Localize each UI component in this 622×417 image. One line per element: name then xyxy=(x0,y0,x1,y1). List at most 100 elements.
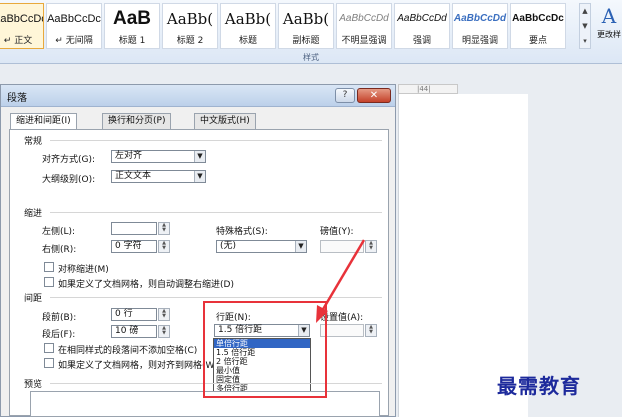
dialog-title: 段落 xyxy=(7,93,27,104)
special-indent-label: 特殊格式(S): xyxy=(216,227,268,237)
style-preview: AaBbCcDd xyxy=(339,13,389,24)
space-before-field[interactable]: 0 行 xyxy=(111,308,157,321)
line-spacing-option[interactable]: 1.5 倍行距 xyxy=(214,348,310,357)
separator xyxy=(50,297,382,298)
chevron-down-icon[interactable]: ▼ xyxy=(194,171,205,182)
style-name: 不明显强调 xyxy=(341,36,387,46)
style-heading-1[interactable]: AaB 标题 1 xyxy=(104,3,160,49)
close-icon: ✕ xyxy=(369,90,379,101)
style-preview: AaBb( xyxy=(224,10,272,28)
spin-down-icon[interactable]: ▼ xyxy=(159,314,169,319)
at-spinner[interactable]: ▲ ▼ xyxy=(365,324,377,337)
section-indent-heading: 缩进 xyxy=(24,209,43,219)
style-intense-emphasis[interactable]: AaBbCcDd 明显强调 xyxy=(452,3,508,49)
left-indent-label: 左侧(L): xyxy=(42,227,76,237)
preview-box xyxy=(30,391,380,417)
by-field[interactable] xyxy=(320,240,364,253)
style-emphasis[interactable]: AaBbCcDd 强调 xyxy=(394,3,450,49)
right-indent-spinner[interactable]: ▲ ▼ xyxy=(158,240,170,253)
by-spinner[interactable]: ▲ ▼ xyxy=(365,240,377,253)
chevron-down-icon[interactable]: ▼ xyxy=(295,241,306,252)
at-label: 设置值(A): xyxy=(320,313,364,323)
style-name: ↵ 正文 xyxy=(3,36,33,46)
scroll-up-icon[interactable]: ▲ xyxy=(580,4,590,19)
line-spacing-option[interactable]: 最小值 xyxy=(214,366,310,375)
spin-down-icon[interactable]: ▼ xyxy=(159,228,169,233)
style-subtitle[interactable]: AaBb( 副标题 xyxy=(278,3,334,49)
line-spacing-dropdown[interactable]: 单倍行距 1.5 倍行距 2 倍行距 最小值 固定值 多倍行距 xyxy=(213,338,311,396)
space-after-field[interactable]: 10 磅 xyxy=(111,325,157,338)
style-preview: AaB xyxy=(112,8,151,29)
ruler: |44| xyxy=(398,84,458,94)
gallery-scrollbar[interactable]: ▲ ▼ ▾ xyxy=(579,3,591,49)
style-heading-2[interactable]: AaBb( 标题 2 xyxy=(162,3,218,49)
separator xyxy=(50,383,382,384)
style-preview: AaBb( xyxy=(282,10,330,28)
space-after-spinner[interactable]: ▲ ▼ xyxy=(158,325,170,338)
section-spacing-heading: 间距 xyxy=(24,294,43,304)
line-spacing-select[interactable]: 1.5 倍行距 ▼ xyxy=(214,324,310,337)
style-name: 标题 2 xyxy=(176,36,204,46)
spin-down-icon[interactable]: ▼ xyxy=(159,331,169,336)
style-name: 标题 xyxy=(238,36,257,46)
right-indent-label: 右侧(R): xyxy=(42,245,77,255)
style-preview: AaBbCcDc xyxy=(512,13,564,24)
style-name: 副标题 xyxy=(292,36,320,46)
styles-group-label: 样式 xyxy=(303,53,319,62)
dialog-titlebar[interactable]: 段落 ? ✕ xyxy=(1,85,395,107)
spin-down-icon[interactable]: ▼ xyxy=(159,246,169,251)
style-no-spacing[interactable]: AaBbCcDc ↵ 无间隔 xyxy=(46,3,102,49)
alignment-select[interactable]: 左对齐 ▼ xyxy=(111,150,206,163)
styles-ribbon: AaBbCcDc ↵ 正文 AaBbCcDc ↵ 无间隔 AaB 标题 1 Aa… xyxy=(0,0,622,64)
chevron-down-icon[interactable]: ▼ xyxy=(194,151,205,162)
space-before-spinner[interactable]: ▲ ▼ xyxy=(158,308,170,321)
style-preview: AaBb( xyxy=(166,10,214,28)
separator xyxy=(50,212,382,213)
left-indent-field[interactable] xyxy=(111,222,157,235)
style-name: ↵ 无间隔 xyxy=(55,36,93,46)
spin-down-icon[interactable]: ▼ xyxy=(366,246,376,251)
scroll-down-icon[interactable]: ▼ xyxy=(580,19,590,34)
style-name: 明显强调 xyxy=(461,36,498,46)
mirror-indents-label: 对称缩进(M) xyxy=(58,265,109,275)
style-title[interactable]: AaBb( 标题 xyxy=(220,3,276,49)
style-normal[interactable]: AaBbCcDc ↵ 正文 xyxy=(0,3,44,49)
section-preview-heading: 预览 xyxy=(24,380,43,390)
style-name: 要点 xyxy=(528,36,547,46)
style-preview: AaBbCcDd xyxy=(453,13,507,24)
document-margin xyxy=(528,94,622,417)
tab-line-page-breaks[interactable]: 换行和分页(P) xyxy=(102,113,172,130)
line-spacing-option[interactable]: 单倍行距 xyxy=(214,339,310,348)
left-indent-spinner[interactable]: ▲ ▼ xyxy=(158,222,170,235)
document-page[interactable] xyxy=(398,94,528,417)
dont-add-space-checkbox[interactable] xyxy=(44,343,54,353)
line-spacing-option[interactable]: 2 倍行距 xyxy=(214,357,310,366)
style-preview: AaBbCcDc xyxy=(0,13,43,25)
special-indent-select[interactable]: (无) ▼ xyxy=(216,240,307,253)
by-label: 磅值(Y): xyxy=(320,227,354,237)
line-spacing-value: 1.5 倍行距 xyxy=(218,325,263,335)
style-preview: AaBbCcDd xyxy=(397,13,447,24)
close-button[interactable]: ✕ xyxy=(357,88,391,103)
at-field[interactable] xyxy=(320,324,364,337)
chevron-down-icon[interactable]: ▼ xyxy=(298,325,309,336)
more-icon[interactable]: ▾ xyxy=(580,34,590,49)
tab-asian-typography[interactable]: 中文版式(H) xyxy=(194,113,256,130)
style-subtle-emphasis[interactable]: AaBbCcDd 不明显强调 xyxy=(336,3,392,49)
section-general-heading: 常规 xyxy=(24,137,43,147)
outline-level-label: 大纲级别(O): xyxy=(42,175,96,185)
mirror-indents-checkbox[interactable] xyxy=(44,262,54,272)
help-button[interactable]: ? xyxy=(335,88,355,103)
style-strong[interactable]: AaBbCcDc 要点 xyxy=(510,3,566,49)
style-preview: AaBbCcDc xyxy=(47,13,101,25)
snap-to-grid-checkbox[interactable] xyxy=(44,358,54,368)
auto-adjust-label: 如果定义了文档网格，则自动调整右缩进(D) xyxy=(58,280,234,290)
outline-level-select[interactable]: 正文文本 ▼ xyxy=(111,170,206,183)
special-indent-value: (无) xyxy=(220,241,237,251)
change-styles-icon: A xyxy=(601,4,617,28)
change-styles-button[interactable]: A 更改样 xyxy=(594,3,622,49)
alignment-label: 对齐方式(G): xyxy=(42,155,96,165)
right-indent-field[interactable]: 0 字符 xyxy=(111,240,157,253)
auto-adjust-checkbox[interactable] xyxy=(44,277,54,287)
spin-down-icon[interactable]: ▼ xyxy=(366,330,376,335)
